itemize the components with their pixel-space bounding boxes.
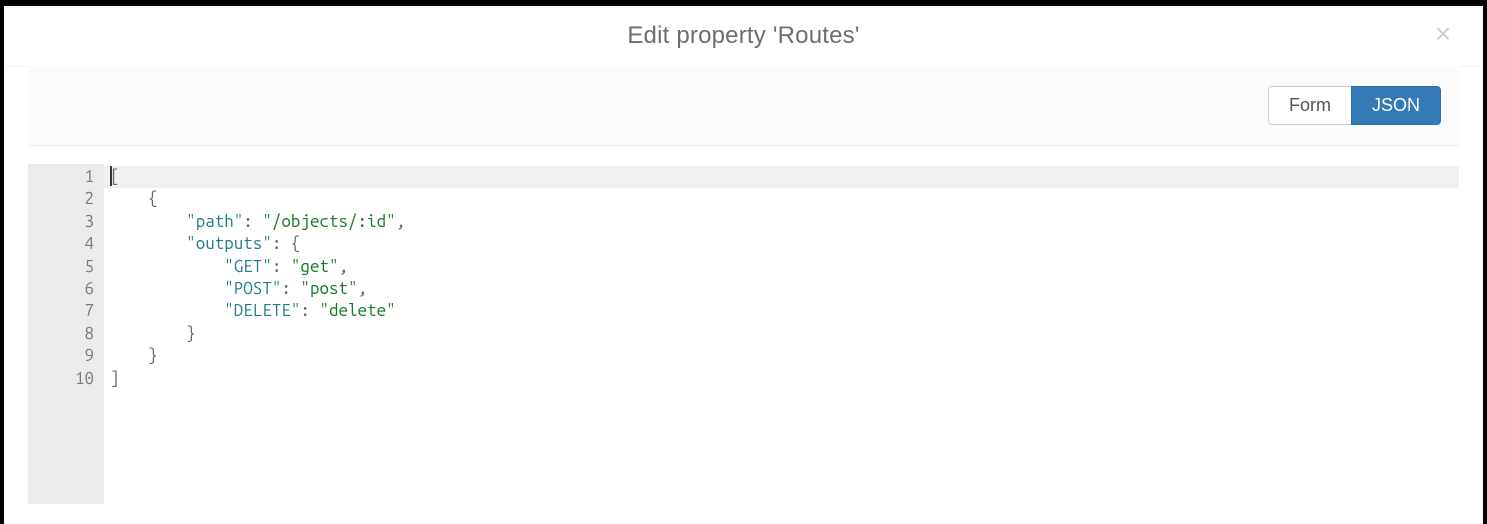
- gutter-line: 5: [28, 256, 104, 278]
- editor-gutter: 1 2 3 4 5 6 7 8 9 10: [28, 164, 104, 504]
- code-line: "outputs": {: [104, 233, 1459, 255]
- gutter-line: 6: [28, 278, 104, 300]
- close-icon: ×: [1435, 18, 1451, 49]
- code-line: "DELETE": "delete": [104, 300, 1459, 322]
- tab-form[interactable]: Form: [1268, 86, 1352, 125]
- tab-json[interactable]: JSON: [1351, 86, 1441, 125]
- gutter-line: 3: [28, 211, 104, 233]
- code-line: "path": "/objects/:id",: [104, 211, 1459, 233]
- code-line: "POST": "post",: [104, 278, 1459, 300]
- gutter-line: 10: [28, 368, 104, 390]
- code-line: {: [104, 188, 1459, 210]
- modal-header: Edit property 'Routes' ×: [4, 6, 1483, 66]
- modal-body: Form JSON 1 2 3 4 5 6 7 8 9 10 [ {: [4, 66, 1483, 524]
- editor-content[interactable]: [ { "path": "/objects/:id", "outputs": {…: [104, 164, 1459, 504]
- code-line: }: [104, 345, 1459, 367]
- code-line: }: [104, 323, 1459, 345]
- gutter-line: 1: [28, 166, 104, 188]
- view-toggle-group: Form JSON: [1268, 86, 1441, 125]
- gutter-line: 7: [28, 300, 104, 322]
- modal-title: Edit property 'Routes': [4, 6, 1483, 66]
- gutter-line: 9: [28, 345, 104, 367]
- code-line: [: [104, 166, 1459, 188]
- gutter-line: 8: [28, 323, 104, 345]
- gutter-line: 2: [28, 188, 104, 210]
- json-editor[interactable]: 1 2 3 4 5 6 7 8 9 10 [ { "path": "/objec…: [28, 164, 1459, 504]
- code-line: ]: [104, 368, 1459, 390]
- close-button[interactable]: ×: [1427, 18, 1459, 50]
- code-line: "GET": "get",: [104, 256, 1459, 278]
- modal-dialog: Edit property 'Routes' × Form JSON 1 2 3…: [4, 6, 1483, 524]
- gutter-line: 4: [28, 233, 104, 255]
- view-toggle-toolbar: Form JSON: [28, 66, 1459, 146]
